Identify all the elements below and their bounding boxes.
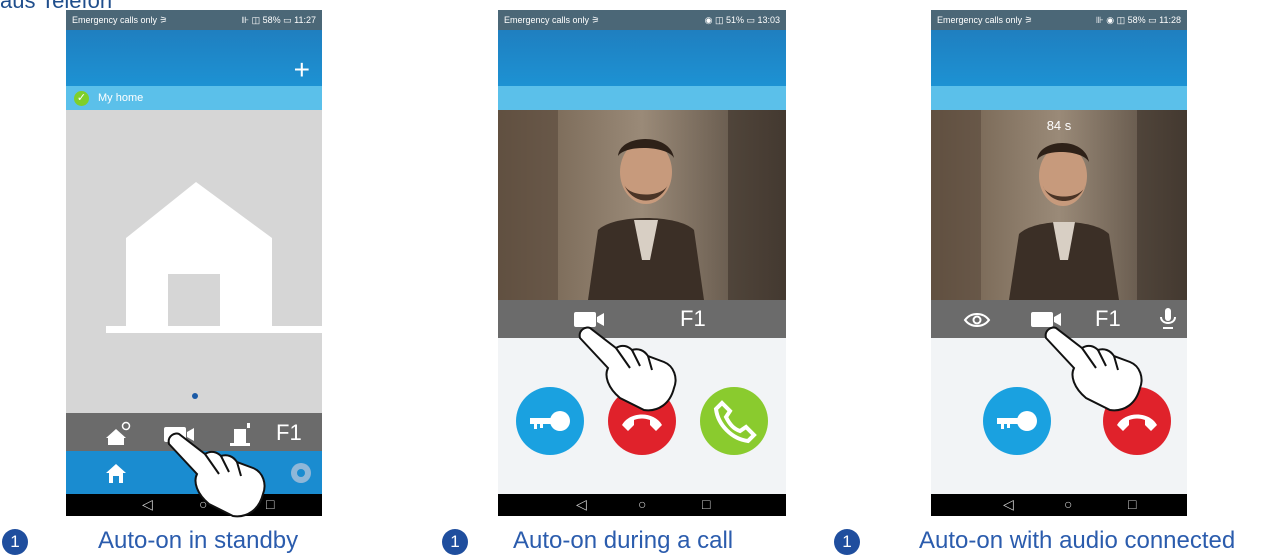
status-bar: Emergency calls only ⚞ ⊪ ◫ 58% ▭ 11:27 — [66, 10, 322, 30]
status-right: ◉ ◫ 51% ▭ 13:03 — [704, 15, 780, 25]
video-feed — [498, 110, 786, 300]
step-number-badge: 1 — [834, 529, 860, 555]
pointing-hand-icon — [578, 326, 677, 412]
app-bar — [931, 30, 1187, 86]
house-icon — [106, 182, 322, 333]
sub-bar — [931, 86, 1187, 110]
home-placeholder — [66, 110, 322, 413]
checkmark-icon: ✓ — [74, 91, 89, 106]
video-image — [498, 110, 786, 300]
android-nav-bar: ◁ ○ □ — [931, 494, 1187, 516]
phone-icon — [713, 400, 757, 444]
caption-during-call: Auto-on during a call — [513, 527, 734, 554]
status-bar: Emergency calls only ⚞ ◉ ◫ 51% ▭ 13:03 — [498, 10, 786, 30]
status-right: ⊪ ◉ ◫ 58% ▭ 11:28 — [1095, 15, 1181, 25]
video-image — [931, 110, 1187, 300]
home-nav-button[interactable]: ○ — [638, 496, 646, 512]
recent-nav-button[interactable]: □ — [1128, 496, 1136, 512]
answer-button[interactable] — [700, 387, 768, 455]
video-feed: 84 s — [931, 110, 1187, 300]
home-selector[interactable]: ✓ My home — [66, 86, 322, 110]
gear-icon[interactable] — [291, 463, 311, 483]
step-number-badge: 1 — [442, 529, 468, 555]
page-indicator[interactable] — [192, 393, 198, 399]
android-nav-bar: ◁ ○ □ — [498, 494, 786, 516]
app-bar — [498, 30, 786, 86]
call-timer: 84 s — [1046, 118, 1072, 133]
home-icon[interactable] — [106, 464, 126, 483]
sub-bar — [498, 86, 786, 110]
home-settings-icon[interactable] — [106, 421, 131, 446]
eye-icon[interactable] — [963, 313, 991, 327]
pointing-hand-icon — [1044, 326, 1143, 412]
caption-audio-connected: Auto-on with audio connected — [919, 527, 1236, 554]
caption-standby: Auto-on in standby — [98, 527, 299, 554]
back-nav-button[interactable]: ◁ — [576, 496, 587, 513]
status-bar: Emergency calls only ⚞ ⊪ ◉ ◫ 58% ▭ 11:28 — [931, 10, 1187, 30]
phone-during-call: Emergency calls only ⚞ ◉ ◫ 51% ▭ 13:03 F… — [498, 10, 786, 516]
back-nav-button[interactable]: ◁ — [1003, 496, 1014, 513]
phone-audio-connected: Emergency calls only ⚞ ⊪ ◉ ◫ 58% ▭ 11:28 — [931, 10, 1187, 516]
f1-button[interactable]: F1 — [276, 422, 302, 444]
step-number-badge: 1 — [2, 529, 28, 555]
status-right: ⊪ ◫ 58% ▭ 11:27 — [241, 15, 316, 25]
status-left: Emergency calls only ⚞ — [504, 15, 600, 25]
home-name: My home — [98, 92, 144, 104]
back-nav-button[interactable]: ◁ — [142, 496, 153, 513]
status-left: Emergency calls only ⚞ — [72, 15, 168, 25]
app-bar: + — [66, 30, 322, 86]
microphone-icon[interactable] — [1160, 308, 1176, 329]
pointing-hand-icon — [167, 432, 266, 518]
recent-nav-button[interactable]: □ — [702, 496, 710, 512]
status-left: Emergency calls only ⚞ — [937, 15, 1033, 25]
home-nav-button[interactable]: ○ — [1064, 496, 1072, 512]
screenshot-canvas: aus Telefon Emergency calls only ⚞ ⊪ ◫ 5… — [0, 0, 1281, 559]
add-button[interactable]: + — [294, 56, 310, 84]
